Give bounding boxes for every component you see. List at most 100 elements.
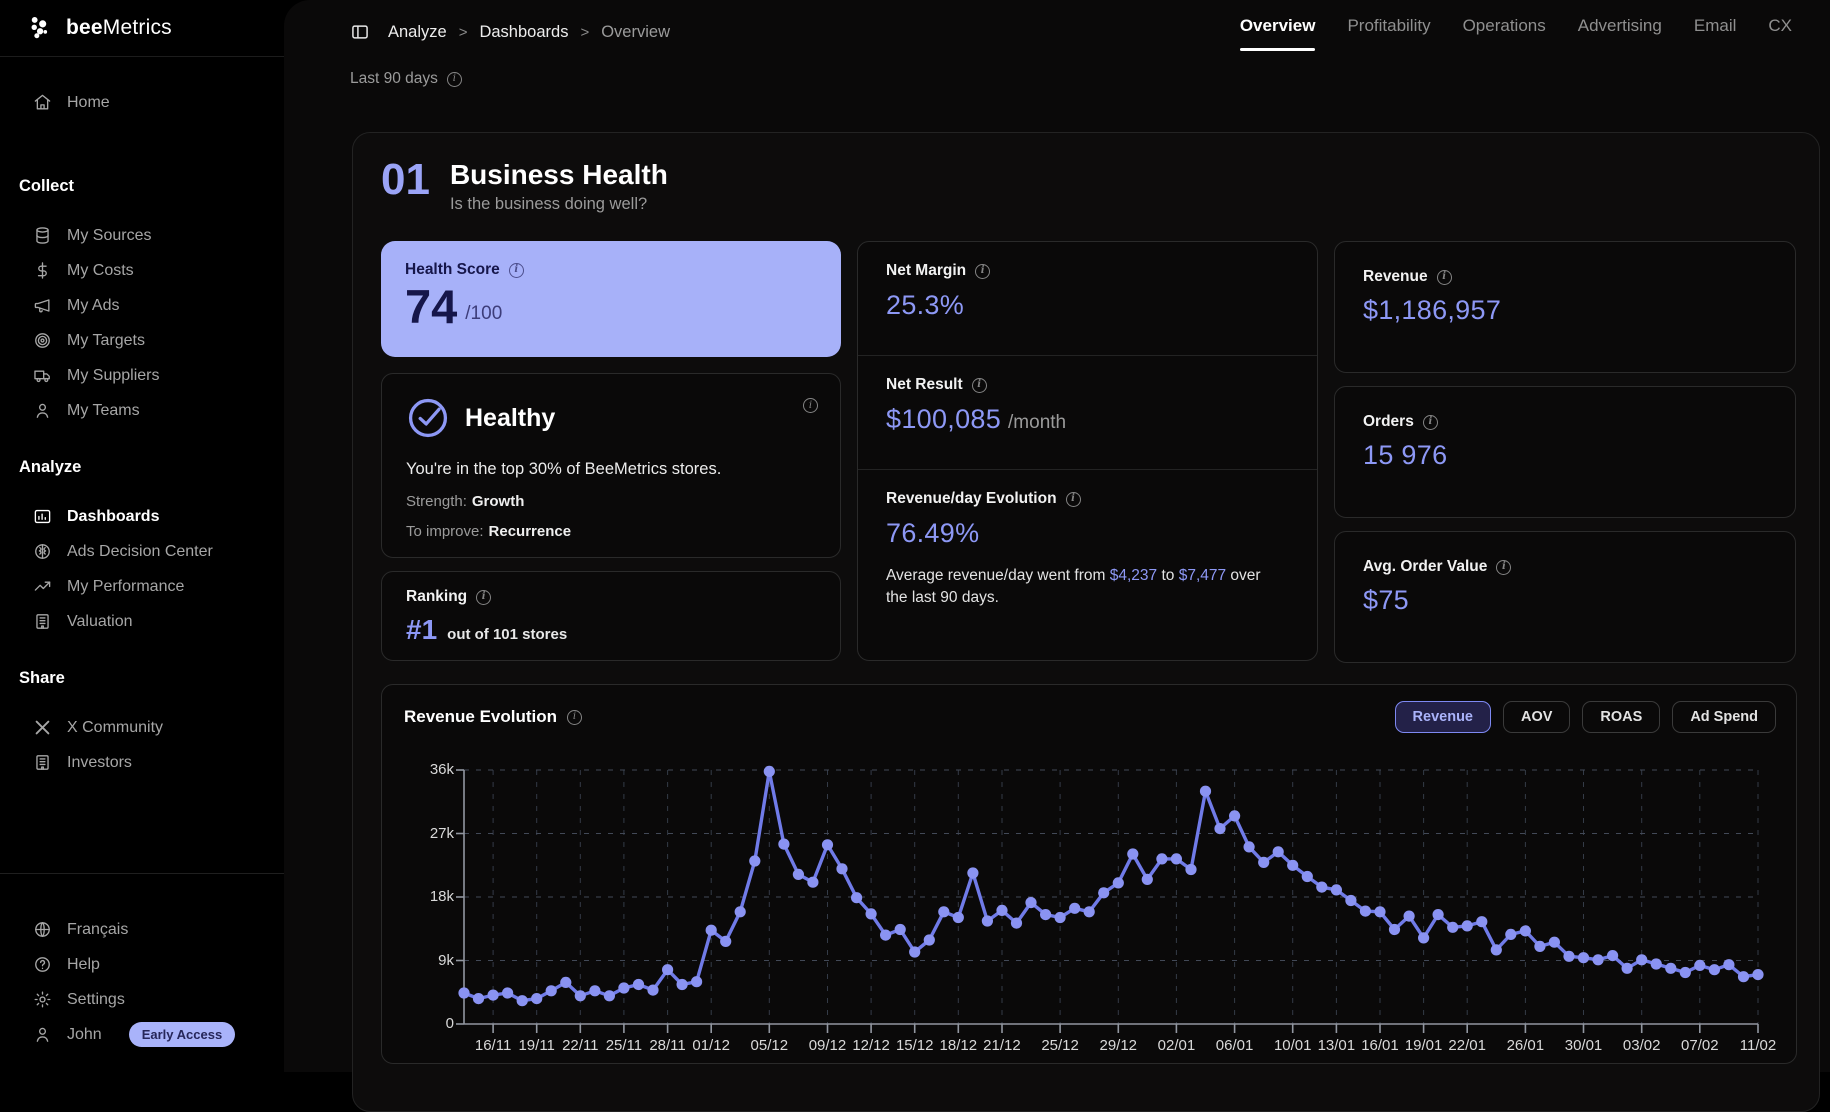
chart-toggle-revenue[interactable]: Revenue [1394, 701, 1491, 733]
data-point-marker[interactable] [1519, 925, 1531, 937]
data-point-marker[interactable] [923, 934, 935, 946]
data-point-marker[interactable] [749, 855, 761, 867]
data-point-marker[interactable] [1650, 958, 1662, 970]
data-point-marker[interactable] [1185, 863, 1197, 876]
sidebar-item-my-performance[interactable]: My Performance [0, 569, 284, 604]
sidebar-item-my-suppliers[interactable]: My Suppliers [0, 358, 284, 393]
data-point-marker[interactable] [574, 990, 586, 1002]
info-icon[interactable] [476, 589, 492, 605]
sidebar-item-investors[interactable]: Investors [0, 745, 284, 780]
data-point-marker[interactable] [720, 935, 732, 947]
data-point-marker[interactable] [909, 946, 921, 958]
data-point-marker[interactable] [938, 906, 950, 918]
panel-toggle-icon[interactable] [350, 22, 370, 42]
sidebar-item-my-sources[interactable]: My Sources [0, 218, 284, 253]
sidebar-item-john[interactable]: John Early Access [0, 1017, 284, 1052]
data-point-marker[interactable] [1112, 877, 1124, 889]
sidebar-item-fran-ais[interactable]: Français [0, 912, 284, 947]
info-icon[interactable] [446, 71, 462, 87]
chart-toggle-roas[interactable]: ROAS [1582, 701, 1661, 733]
tab-overview[interactable]: Overview [1240, 16, 1316, 55]
data-point-marker[interactable] [560, 976, 572, 988]
data-point-marker[interactable] [1330, 884, 1342, 896]
data-point-marker[interactable] [691, 976, 703, 988]
data-point-marker[interactable] [502, 987, 514, 999]
data-point-marker[interactable] [1359, 905, 1371, 917]
sidebar-item-x-community[interactable]: X Community [0, 710, 284, 745]
data-point-marker[interactable] [516, 995, 528, 1007]
data-point-marker[interactable] [1083, 906, 1095, 918]
breadcrumb-item-dashboards[interactable]: Dashboards [479, 23, 568, 42]
sidebar-item-my-targets[interactable]: My Targets [0, 323, 284, 358]
data-point-marker[interactable] [1694, 959, 1706, 971]
data-point-marker[interactable] [1534, 940, 1546, 952]
data-point-marker[interactable] [1374, 906, 1386, 918]
data-point-marker[interactable] [836, 863, 848, 875]
data-point-marker[interactable] [981, 915, 994, 927]
brand-logo-row[interactable]: beeMetrics [0, 0, 284, 57]
data-point-marker[interactable] [1621, 962, 1633, 974]
data-point-marker[interactable] [1156, 853, 1168, 865]
data-point-marker[interactable] [1127, 848, 1139, 860]
data-point-marker[interactable] [1432, 909, 1444, 921]
data-point-marker[interactable] [778, 838, 790, 850]
data-point-marker[interactable] [1418, 932, 1430, 944]
data-point-marker[interactable] [1476, 916, 1488, 928]
tab-profitability[interactable]: Profitability [1347, 16, 1430, 55]
sidebar-item-help[interactable]: Help [0, 947, 284, 982]
info-icon[interactable] [1496, 559, 1512, 575]
data-point-marker[interactable] [676, 978, 688, 991]
data-point-marker[interactable] [1665, 962, 1677, 974]
tab-email[interactable]: Email [1694, 16, 1737, 55]
data-point-marker[interactable] [1447, 921, 1459, 933]
data-point-marker[interactable] [763, 765, 775, 777]
info-icon[interactable] [803, 398, 818, 413]
info-icon[interactable] [508, 262, 524, 278]
data-point-marker[interactable] [851, 892, 863, 904]
data-point-marker[interactable] [705, 924, 717, 936]
data-point-marker[interactable] [1258, 856, 1270, 868]
data-point-marker[interactable] [1010, 917, 1023, 929]
sidebar-item-my-ads[interactable]: My Ads [0, 288, 284, 323]
data-point-marker[interactable] [1607, 950, 1619, 962]
data-point-marker[interactable] [1054, 911, 1066, 924]
data-point-marker[interactable] [1737, 971, 1750, 983]
info-icon[interactable] [1422, 414, 1438, 430]
sidebar-item-my-teams[interactable]: My Teams [0, 393, 284, 428]
data-point-marker[interactable] [1301, 870, 1313, 883]
period-selector[interactable]: Last 90 days [350, 70, 462, 88]
data-point-marker[interactable] [1287, 859, 1299, 871]
data-point-marker[interactable] [1490, 944, 1502, 956]
data-point-marker[interactable] [545, 985, 557, 997]
data-point-marker[interactable] [734, 906, 746, 918]
sidebar-item-home[interactable]: Home [0, 85, 284, 120]
data-point-marker[interactable] [1040, 909, 1052, 921]
info-icon[interactable] [971, 377, 987, 393]
data-point-marker[interactable] [952, 911, 964, 924]
data-point-marker[interactable] [894, 923, 906, 936]
breadcrumb-item-overview[interactable]: Overview [601, 23, 670, 42]
data-point-marker[interactable] [1679, 966, 1691, 979]
data-point-marker[interactable] [967, 867, 979, 879]
data-point-marker[interactable] [1548, 936, 1560, 948]
sidebar-item-settings[interactable]: Settings [0, 982, 284, 1017]
data-point-marker[interactable] [996, 904, 1008, 916]
data-point-marker[interactable] [1229, 810, 1241, 822]
data-point-marker[interactable] [1636, 954, 1648, 966]
data-point-marker[interactable] [662, 964, 674, 976]
tab-cx[interactable]: CX [1768, 16, 1792, 55]
data-point-marker[interactable] [632, 978, 645, 991]
data-point-marker[interactable] [472, 993, 485, 1005]
data-point-marker[interactable] [807, 876, 819, 888]
data-point-marker[interactable] [880, 929, 892, 941]
data-point-marker[interactable] [1272, 846, 1284, 858]
sidebar-item-valuation[interactable]: Valuation [0, 604, 284, 639]
data-point-marker[interactable] [1214, 823, 1226, 835]
data-point-marker[interactable] [1708, 964, 1720, 976]
info-icon[interactable] [1436, 269, 1452, 285]
data-point-marker[interactable] [1403, 910, 1415, 922]
data-point-marker[interactable] [1025, 897, 1037, 909]
chart-toggle-ad-spend[interactable]: Ad Spend [1672, 701, 1776, 733]
data-point-marker[interactable] [1505, 928, 1517, 940]
data-point-marker[interactable] [1316, 881, 1328, 893]
